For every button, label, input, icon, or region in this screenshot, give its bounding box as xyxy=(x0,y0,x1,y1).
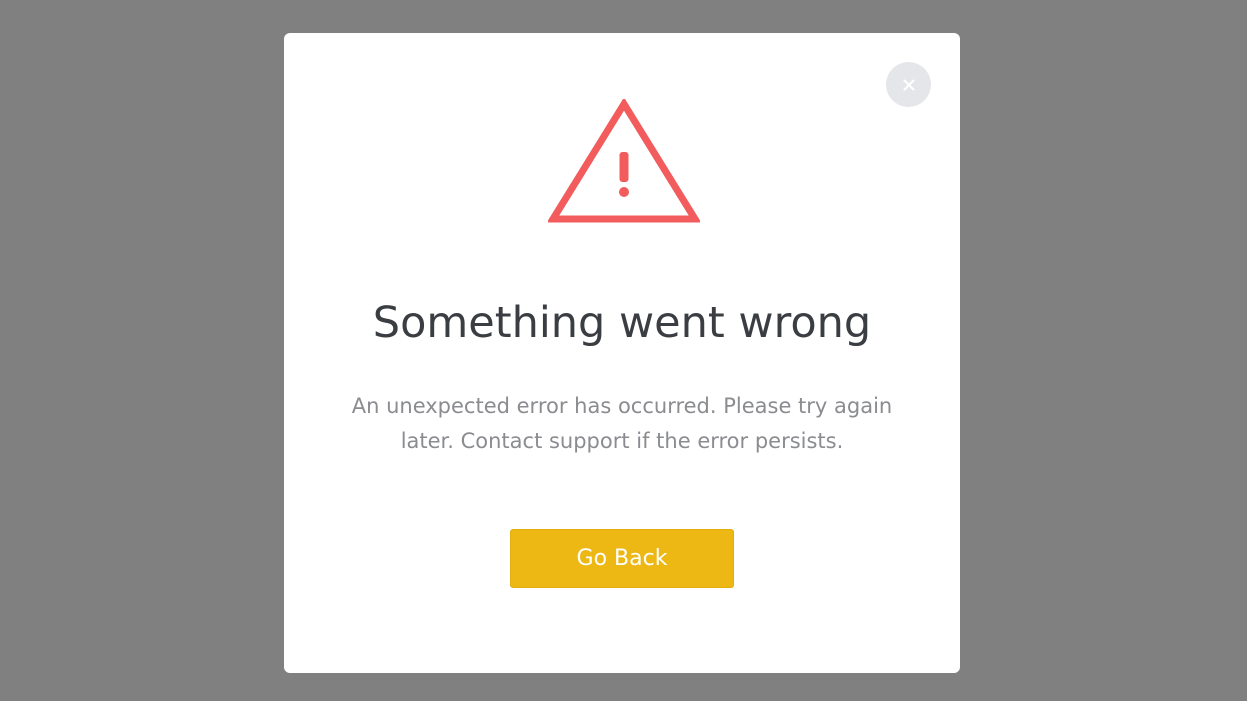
error-dialog: Something went wrong An unexpected error… xyxy=(284,33,960,673)
close-icon xyxy=(903,79,914,90)
warning-triangle-icon xyxy=(548,99,700,223)
dialog-title: Something went wrong xyxy=(372,298,872,348)
close-button[interactable] xyxy=(886,62,931,107)
go-back-button[interactable]: Go Back xyxy=(510,529,734,588)
error-message: An unexpected error has occurred. Please… xyxy=(351,394,893,453)
